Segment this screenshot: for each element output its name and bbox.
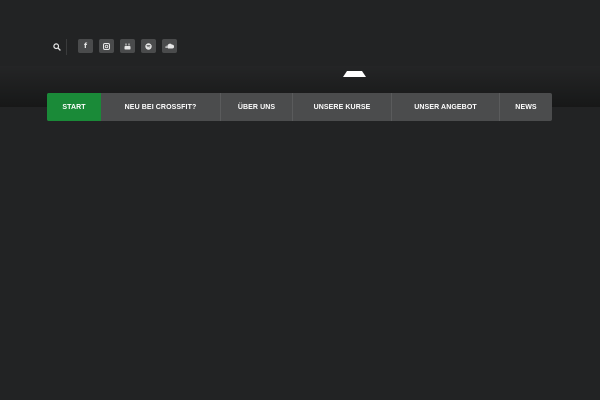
page: f START NEU BEI CROSSFIT? ÜBER UNS UNSER… [0,0,600,400]
spotify-icon[interactable] [141,39,156,53]
facebook-icon[interactable]: f [78,39,93,53]
instagram-icon[interactable] [99,39,114,53]
nav-item-neu-bei-crossfit[interactable]: NEU BEI CROSSFIT? [101,93,221,121]
nav-item-ueber-uns[interactable]: ÜBER UNS [221,93,293,121]
search-divider [66,39,67,55]
main-nav: START NEU BEI CROSSFIT? ÜBER UNS UNSERE … [47,93,552,121]
logo-mark[interactable] [343,71,366,77]
youtube-icon[interactable] [120,39,135,53]
nav-item-unser-angebot[interactable]: UNSER ANGEBOT [392,93,500,121]
search-icon[interactable] [53,43,61,51]
nav-item-unsere-kurse[interactable]: UNSERE KURSE [293,93,392,121]
soundcloud-icon[interactable] [162,39,177,53]
nav-item-start[interactable]: START [47,93,101,121]
nav-item-news[interactable]: NEWS [500,93,552,121]
